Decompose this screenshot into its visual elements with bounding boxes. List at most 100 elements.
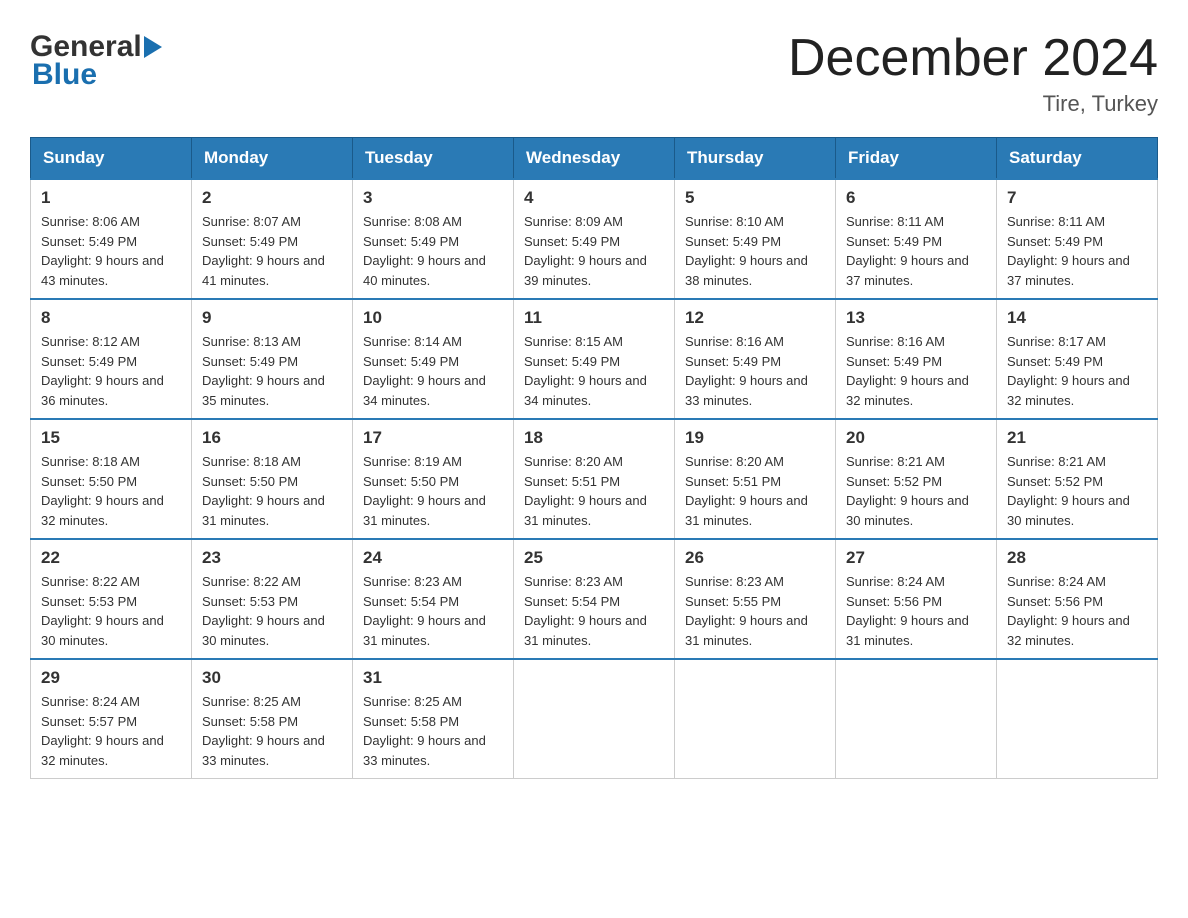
day-number: 31 bbox=[363, 668, 503, 688]
calendar-header-monday: Monday bbox=[192, 138, 353, 180]
daylight: Daylight: 9 hours and 30 minutes. bbox=[202, 613, 325, 648]
day-number: 8 bbox=[41, 308, 181, 328]
calendar-cell: 2 Sunrise: 8:07 AM Sunset: 5:49 PM Dayli… bbox=[192, 179, 353, 299]
day-info: Sunrise: 8:16 AM Sunset: 5:49 PM Dayligh… bbox=[685, 332, 825, 410]
calendar-cell bbox=[836, 659, 997, 779]
calendar-cell: 7 Sunrise: 8:11 AM Sunset: 5:49 PM Dayli… bbox=[997, 179, 1158, 299]
calendar-cell: 22 Sunrise: 8:22 AM Sunset: 5:53 PM Dayl… bbox=[31, 539, 192, 659]
sunrise: Sunrise: 8:18 AM bbox=[41, 454, 140, 469]
calendar-cell: 24 Sunrise: 8:23 AM Sunset: 5:54 PM Dayl… bbox=[353, 539, 514, 659]
sunset: Sunset: 5:49 PM bbox=[41, 354, 137, 369]
day-number: 6 bbox=[846, 188, 986, 208]
calendar-cell: 29 Sunrise: 8:24 AM Sunset: 5:57 PM Dayl… bbox=[31, 659, 192, 779]
sunrise: Sunrise: 8:20 AM bbox=[685, 454, 784, 469]
day-info: Sunrise: 8:08 AM Sunset: 5:49 PM Dayligh… bbox=[363, 212, 503, 290]
day-number: 27 bbox=[846, 548, 986, 568]
calendar-cell bbox=[675, 659, 836, 779]
calendar-cell: 11 Sunrise: 8:15 AM Sunset: 5:49 PM Dayl… bbox=[514, 299, 675, 419]
sunset: Sunset: 5:49 PM bbox=[363, 354, 459, 369]
daylight: Daylight: 9 hours and 30 minutes. bbox=[1007, 493, 1130, 528]
sunrise: Sunrise: 8:21 AM bbox=[846, 454, 945, 469]
day-info: Sunrise: 8:11 AM Sunset: 5:49 PM Dayligh… bbox=[1007, 212, 1147, 290]
sunrise: Sunrise: 8:20 AM bbox=[524, 454, 623, 469]
day-info: Sunrise: 8:24 AM Sunset: 5:56 PM Dayligh… bbox=[1007, 572, 1147, 650]
sunrise: Sunrise: 8:23 AM bbox=[685, 574, 784, 589]
sunset: Sunset: 5:52 PM bbox=[1007, 474, 1103, 489]
daylight: Daylight: 9 hours and 30 minutes. bbox=[41, 613, 164, 648]
calendar-header-sunday: Sunday bbox=[31, 138, 192, 180]
day-number: 30 bbox=[202, 668, 342, 688]
day-info: Sunrise: 8:07 AM Sunset: 5:49 PM Dayligh… bbox=[202, 212, 342, 290]
sunrise: Sunrise: 8:23 AM bbox=[363, 574, 462, 589]
sunset: Sunset: 5:57 PM bbox=[41, 714, 137, 729]
calendar-header-thursday: Thursday bbox=[675, 138, 836, 180]
calendar-cell: 30 Sunrise: 8:25 AM Sunset: 5:58 PM Dayl… bbox=[192, 659, 353, 779]
calendar-cell: 5 Sunrise: 8:10 AM Sunset: 5:49 PM Dayli… bbox=[675, 179, 836, 299]
day-info: Sunrise: 8:23 AM Sunset: 5:54 PM Dayligh… bbox=[363, 572, 503, 650]
calendar-cell: 25 Sunrise: 8:23 AM Sunset: 5:54 PM Dayl… bbox=[514, 539, 675, 659]
day-number: 2 bbox=[202, 188, 342, 208]
logo-triangle-icon bbox=[144, 36, 162, 58]
sunrise: Sunrise: 8:12 AM bbox=[41, 334, 140, 349]
day-info: Sunrise: 8:21 AM Sunset: 5:52 PM Dayligh… bbox=[1007, 452, 1147, 530]
daylight: Daylight: 9 hours and 37 minutes. bbox=[846, 253, 969, 288]
day-info: Sunrise: 8:11 AM Sunset: 5:49 PM Dayligh… bbox=[846, 212, 986, 290]
daylight: Daylight: 9 hours and 32 minutes. bbox=[1007, 613, 1130, 648]
day-info: Sunrise: 8:22 AM Sunset: 5:53 PM Dayligh… bbox=[41, 572, 181, 650]
calendar-week-4: 22 Sunrise: 8:22 AM Sunset: 5:53 PM Dayl… bbox=[31, 539, 1158, 659]
sunrise: Sunrise: 8:16 AM bbox=[685, 334, 784, 349]
calendar-week-3: 15 Sunrise: 8:18 AM Sunset: 5:50 PM Dayl… bbox=[31, 419, 1158, 539]
calendar-cell: 15 Sunrise: 8:18 AM Sunset: 5:50 PM Dayl… bbox=[31, 419, 192, 539]
day-number: 22 bbox=[41, 548, 181, 568]
calendar-cell: 19 Sunrise: 8:20 AM Sunset: 5:51 PM Dayl… bbox=[675, 419, 836, 539]
sunrise: Sunrise: 8:08 AM bbox=[363, 214, 462, 229]
day-info: Sunrise: 8:17 AM Sunset: 5:49 PM Dayligh… bbox=[1007, 332, 1147, 410]
title-area: December 2024 Tire, Turkey bbox=[788, 30, 1158, 117]
sunset: Sunset: 5:54 PM bbox=[524, 594, 620, 609]
day-number: 1 bbox=[41, 188, 181, 208]
calendar-cell: 31 Sunrise: 8:25 AM Sunset: 5:58 PM Dayl… bbox=[353, 659, 514, 779]
daylight: Daylight: 9 hours and 31 minutes. bbox=[202, 493, 325, 528]
day-number: 21 bbox=[1007, 428, 1147, 448]
day-number: 24 bbox=[363, 548, 503, 568]
day-info: Sunrise: 8:18 AM Sunset: 5:50 PM Dayligh… bbox=[41, 452, 181, 530]
sunset: Sunset: 5:49 PM bbox=[363, 234, 459, 249]
calendar-cell: 20 Sunrise: 8:21 AM Sunset: 5:52 PM Dayl… bbox=[836, 419, 997, 539]
calendar-cell: 4 Sunrise: 8:09 AM Sunset: 5:49 PM Dayli… bbox=[514, 179, 675, 299]
sunrise: Sunrise: 8:14 AM bbox=[363, 334, 462, 349]
calendar-week-2: 8 Sunrise: 8:12 AM Sunset: 5:49 PM Dayli… bbox=[31, 299, 1158, 419]
day-number: 29 bbox=[41, 668, 181, 688]
day-info: Sunrise: 8:06 AM Sunset: 5:49 PM Dayligh… bbox=[41, 212, 181, 290]
calendar-cell: 8 Sunrise: 8:12 AM Sunset: 5:49 PM Dayli… bbox=[31, 299, 192, 419]
sunrise: Sunrise: 8:11 AM bbox=[1007, 214, 1105, 229]
calendar-header-saturday: Saturday bbox=[997, 138, 1158, 180]
daylight: Daylight: 9 hours and 34 minutes. bbox=[363, 373, 486, 408]
daylight: Daylight: 9 hours and 31 minutes. bbox=[363, 613, 486, 648]
calendar-cell: 17 Sunrise: 8:19 AM Sunset: 5:50 PM Dayl… bbox=[353, 419, 514, 539]
daylight: Daylight: 9 hours and 30 minutes. bbox=[846, 493, 969, 528]
sunrise: Sunrise: 8:24 AM bbox=[41, 694, 140, 709]
day-info: Sunrise: 8:19 AM Sunset: 5:50 PM Dayligh… bbox=[363, 452, 503, 530]
day-info: Sunrise: 8:15 AM Sunset: 5:49 PM Dayligh… bbox=[524, 332, 664, 410]
day-number: 5 bbox=[685, 188, 825, 208]
calendar-week-1: 1 Sunrise: 8:06 AM Sunset: 5:49 PM Dayli… bbox=[31, 179, 1158, 299]
sunrise: Sunrise: 8:24 AM bbox=[846, 574, 945, 589]
calendar-cell: 3 Sunrise: 8:08 AM Sunset: 5:49 PM Dayli… bbox=[353, 179, 514, 299]
calendar-cell: 27 Sunrise: 8:24 AM Sunset: 5:56 PM Dayl… bbox=[836, 539, 997, 659]
calendar-cell: 21 Sunrise: 8:21 AM Sunset: 5:52 PM Dayl… bbox=[997, 419, 1158, 539]
day-number: 15 bbox=[41, 428, 181, 448]
sunrise: Sunrise: 8:07 AM bbox=[202, 214, 301, 229]
daylight: Daylight: 9 hours and 37 minutes. bbox=[1007, 253, 1130, 288]
daylight: Daylight: 9 hours and 38 minutes. bbox=[685, 253, 808, 288]
day-info: Sunrise: 8:25 AM Sunset: 5:58 PM Dayligh… bbox=[202, 692, 342, 770]
sunrise: Sunrise: 8:23 AM bbox=[524, 574, 623, 589]
sunset: Sunset: 5:49 PM bbox=[41, 234, 137, 249]
day-info: Sunrise: 8:10 AM Sunset: 5:49 PM Dayligh… bbox=[685, 212, 825, 290]
day-info: Sunrise: 8:24 AM Sunset: 5:56 PM Dayligh… bbox=[846, 572, 986, 650]
sunrise: Sunrise: 8:10 AM bbox=[685, 214, 784, 229]
day-number: 26 bbox=[685, 548, 825, 568]
logo: General Blue bbox=[30, 30, 163, 92]
daylight: Daylight: 9 hours and 31 minutes. bbox=[524, 493, 647, 528]
day-info: Sunrise: 8:16 AM Sunset: 5:49 PM Dayligh… bbox=[846, 332, 986, 410]
sunrise: Sunrise: 8:25 AM bbox=[202, 694, 301, 709]
